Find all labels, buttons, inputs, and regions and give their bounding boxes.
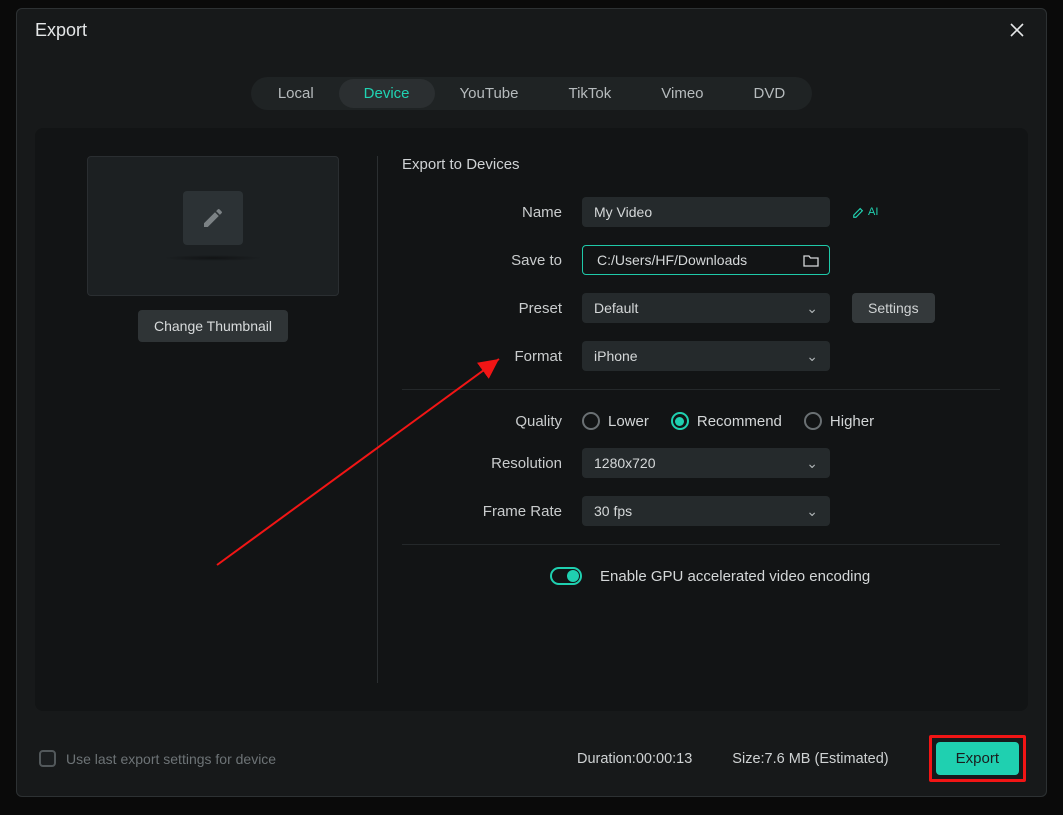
thumb-shadow [163,255,263,261]
tab-local[interactable]: Local [253,79,339,108]
titlebar: Export [17,9,1046,47]
footer-right: Duration:00:00:13 Size:7.6 MB (Estimated… [577,735,1026,782]
name-input[interactable]: My Video [582,197,830,227]
tab-tiktok[interactable]: TikTok [543,79,636,108]
row-gpu: Enable GPU accelerated video encoding [402,567,1000,585]
ai-edit-icon[interactable]: AI [852,205,878,219]
format-value: iPhone [594,348,638,364]
framerate-value: 30 fps [594,503,632,519]
format-select[interactable]: iPhone ⌄ [582,341,830,371]
name-label: Name [402,204,582,221]
radio-icon [671,412,689,430]
row-preset: Preset Default ⌄ Settings [402,293,1000,323]
resolution-value: 1280x720 [594,455,656,471]
preset-value: Default [594,300,638,316]
row-quality: Quality Lower Recommend Higher [402,412,1000,430]
gpu-toggle[interactable] [550,567,582,585]
framerate-label: Frame Rate [402,503,582,520]
gpu-label: Enable GPU accelerated video encoding [600,568,870,585]
chevron-down-icon: ⌄ [806,503,818,520]
radio-icon [804,412,822,430]
tab-youtube[interactable]: YouTube [435,79,544,108]
main-panel: Change Thumbnail Export to Devices Name … [35,128,1028,711]
use-last-label: Use last export settings for device [66,751,276,767]
edit-icon [183,191,243,245]
use-last-checkbox[interactable] [39,750,56,767]
quality-higher-option[interactable]: Higher [804,412,874,430]
tab-device[interactable]: Device [339,79,435,108]
divider [402,389,1000,390]
export-tabs: Local Device YouTube TikTok Vimeo DVD [251,77,812,110]
folder-icon [803,253,819,267]
row-resolution: Resolution 1280x720 ⌄ [402,448,1000,478]
chevron-down-icon: ⌄ [806,348,818,365]
quality-label: Quality [402,413,582,430]
format-label: Format [402,348,582,365]
export-button[interactable]: Export [936,742,1019,775]
export-dialog: Export Local Device YouTube TikTok Vimeo… [16,8,1047,797]
footer-left: Use last export settings for device [39,750,276,767]
form-column: Export to Devices Name My Video AI Save … [402,156,1000,683]
change-thumbnail-button[interactable]: Change Thumbnail [138,310,288,342]
row-format: Format iPhone ⌄ [402,341,1000,371]
size-stat: Size:7.6 MB (Estimated) [732,751,888,767]
quality-radio-group: Lower Recommend Higher [582,412,874,430]
dialog-title: Export [35,20,87,41]
framerate-select[interactable]: 30 fps ⌄ [582,496,830,526]
saveto-input[interactable]: C:/Users/HF/Downloads [582,245,830,275]
row-saveto: Save to C:/Users/HF/Downloads [402,245,1000,275]
quality-recommend-option[interactable]: Recommend [671,412,782,430]
divider [402,544,1000,545]
resolution-label: Resolution [402,455,582,472]
tab-dvd[interactable]: DVD [729,79,811,108]
vertical-divider [377,156,378,683]
close-icon[interactable] [1006,19,1028,41]
dialog-footer: Use last export settings for device Dura… [17,723,1046,796]
chevron-down-icon: ⌄ [806,300,818,317]
quality-lower-option[interactable]: Lower [582,412,649,430]
row-name: Name My Video AI [402,197,1000,227]
chevron-down-icon: ⌄ [806,455,818,472]
thumbnail-column: Change Thumbnail [63,156,363,683]
row-framerate: Frame Rate 30 fps ⌄ [402,496,1000,526]
preset-settings-button[interactable]: Settings [852,293,935,323]
saveto-label: Save to [402,252,582,269]
preset-select[interactable]: Default ⌄ [582,293,830,323]
preset-label: Preset [402,300,582,317]
saveto-value: C:/Users/HF/Downloads [597,252,747,268]
resolution-select[interactable]: 1280x720 ⌄ [582,448,830,478]
section-title: Export to Devices [402,156,1000,173]
tab-vimeo[interactable]: Vimeo [636,79,728,108]
thumbnail-preview [87,156,339,296]
export-button-highlight: Export [929,735,1026,782]
radio-icon [582,412,600,430]
tabs-wrap: Local Device YouTube TikTok Vimeo DVD [17,47,1046,128]
duration-stat: Duration:00:00:13 [577,751,692,767]
